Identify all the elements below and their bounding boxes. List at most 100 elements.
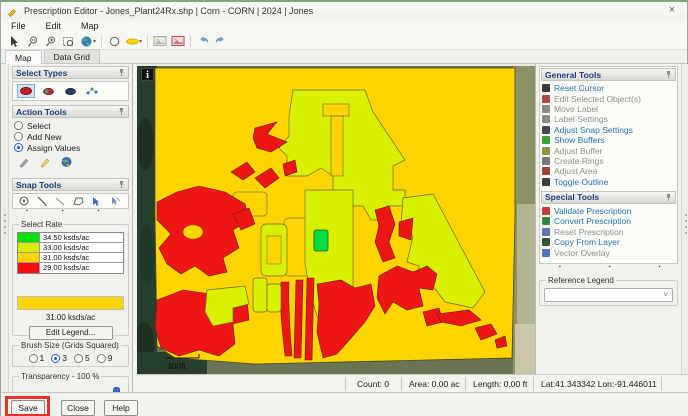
dropdown-caret-icon[interactable]: ▪	[98, 209, 100, 215]
undo-icon[interactable]	[194, 34, 212, 49]
radio-icon[interactable]	[29, 354, 38, 363]
edit-legend-button[interactable]: Edit Legend...	[29, 326, 113, 340]
radio-icon[interactable]	[14, 132, 23, 141]
general-tools-header[interactable]: General Tools	[541, 68, 676, 81]
pushpin-icon[interactable]	[118, 107, 125, 116]
action-option-assign-values[interactable]: Assign Values	[14, 142, 127, 153]
tool-item-reset-prescription: Reset Prescription	[542, 227, 675, 237]
snap-line-icon[interactable]	[54, 195, 66, 207]
tool-item-label: Adjust Snap Settings	[554, 125, 633, 135]
radio-icon[interactable]	[14, 143, 23, 152]
zoom-out-icon[interactable]	[23, 34, 41, 49]
tab-map[interactable]: Map	[5, 50, 42, 64]
tool-item-label: Show Buffers	[554, 135, 604, 145]
polygon-dark-type-icon[interactable]	[61, 84, 79, 98]
polygon-fill-type-icon[interactable]	[17, 84, 35, 98]
brush-size-option-1[interactable]: 1	[29, 353, 45, 363]
zoom-in-icon[interactable]	[41, 34, 59, 49]
snap-point-icon[interactable]	[18, 195, 30, 207]
tool-item-validate-prescription[interactable]: Validate Prescription	[542, 206, 675, 216]
status-length: Length: 0.00 ft	[473, 379, 527, 389]
tool-item-copy-from-layer[interactable]: Copy From Layer	[542, 237, 675, 247]
snapshot-icon[interactable]	[151, 34, 169, 49]
radio-icon[interactable]	[14, 121, 23, 130]
close-icon[interactable]: ×	[665, 3, 679, 17]
selected-rate-swatch	[17, 296, 124, 310]
rate-color-swatch	[18, 243, 40, 252]
brush-size-option-5[interactable]: 5	[74, 353, 90, 363]
rate-legend-row[interactable]: 33.00 ksds/ac	[18, 243, 123, 253]
snap-polygon-icon[interactable]	[72, 195, 85, 207]
snap-tools-header[interactable]: Snap Tools	[12, 178, 129, 191]
menu-file[interactable]: File	[1, 21, 36, 31]
pushpin-icon[interactable]	[118, 180, 125, 189]
reference-legend-select[interactable]	[544, 288, 673, 302]
rate-label: 29.00 ksds/ac	[40, 263, 92, 273]
snap-edge-arrow-icon[interactable]	[109, 195, 121, 207]
paint-brush-icon[interactable]	[18, 156, 31, 168]
pushpin-icon[interactable]	[665, 70, 672, 79]
oval-dropdown-caret-icon[interactable]: ▾	[139, 38, 142, 45]
pointer-cursor-icon[interactable]	[5, 34, 23, 49]
right-collapse-strip[interactable]	[681, 64, 688, 374]
snap-line-pen-icon[interactable]	[36, 195, 48, 207]
action-option-add-new[interactable]: Add New	[14, 131, 127, 142]
vertex-points-type-icon[interactable]	[83, 84, 101, 98]
reference-legend-group: Reference Legend	[539, 276, 678, 306]
menu-map[interactable]: Map	[71, 21, 109, 31]
select-types-header[interactable]: Select Types	[12, 66, 129, 79]
redo-icon[interactable]	[212, 34, 230, 49]
tool-item-adjust-snap-settings[interactable]: Adjust Snap Settings	[542, 125, 675, 135]
assign-globe-icon[interactable]	[60, 156, 73, 168]
pushpin-icon[interactable]	[118, 68, 125, 77]
snap-vertex-arrow-icon[interactable]	[91, 195, 103, 207]
map-viewport[interactable]: 300ft i	[137, 64, 535, 374]
ellipse-tool-icon[interactable]	[105, 34, 123, 49]
radio-label: 1	[40, 353, 45, 363]
dropdown-caret-icon[interactable]: ▪	[62, 209, 64, 215]
grip-dots-icon	[4, 214, 6, 236]
action-option-select[interactable]: Select	[14, 120, 127, 131]
tool-item-label: Copy From Layer	[554, 237, 620, 247]
rate-legend-row[interactable]: 34.50 ksds/ac	[18, 233, 123, 243]
tab-strip: Map Data Grid	[1, 50, 687, 64]
left-collapse-strip[interactable]	[1, 64, 9, 392]
tool-item-label: Convert Prescription	[554, 216, 631, 226]
snap-dropdown-arrows: ▪ ▪ ▪	[12, 209, 129, 215]
brush-size-option-9[interactable]: 9	[97, 353, 113, 363]
tool-item-show-buffers[interactable]: Show Buffers	[542, 135, 675, 145]
menu-edit[interactable]: Edit	[36, 21, 72, 31]
general-tools-list: Reset CursorEdit Selected Object(s)Move …	[540, 82, 677, 190]
dropdown-caret-icon[interactable]: ▪	[26, 209, 28, 215]
radio-icon[interactable]	[97, 354, 106, 363]
toolbar-separator	[147, 35, 148, 47]
tool-item-label: Label Settings	[554, 114, 608, 124]
radio-icon[interactable]	[51, 354, 60, 363]
fill-brush-icon[interactable]	[39, 156, 52, 168]
special-tools-header[interactable]: Special Tools	[541, 191, 676, 204]
tab-data-grid[interactable]: Data Grid	[44, 49, 100, 63]
rate-color-swatch	[18, 263, 40, 273]
export-image-icon[interactable]	[169, 34, 187, 49]
brush-size-option-3[interactable]: 3	[51, 353, 67, 363]
tool-item-reset-cursor[interactable]: Reset Cursor	[542, 83, 675, 93]
tool-item-toggle-outline[interactable]: Toggle Outline	[542, 177, 675, 187]
rate-legend-table: 34.50 ksds/ac33.00 ksds/ac31.00 ksds/ac2…	[17, 232, 124, 274]
tool-item-convert-prescription[interactable]: Convert Prescription	[542, 216, 675, 226]
globe-dropdown-caret-icon[interactable]: ▾	[93, 38, 96, 45]
zoom-extent-icon[interactable]	[59, 34, 77, 49]
radio-icon[interactable]	[74, 354, 83, 363]
action-tools-header[interactable]: Action Tools	[12, 105, 129, 118]
brush-size-group: Brush Size (Grids Squared) 1359	[12, 341, 129, 367]
rate-legend-row[interactable]: 31.00 ksds/ac	[18, 253, 123, 263]
close-button[interactable]: Close	[61, 400, 95, 416]
rate-legend-row[interactable]: 29.00 ksds/ac	[18, 263, 123, 273]
panel-resize-marks: ▪▪▪	[539, 264, 678, 271]
help-button[interactable]: Help	[104, 400, 138, 416]
special-tools-title: Special Tools	[545, 192, 599, 202]
map-info-button[interactable]: i	[141, 68, 154, 81]
polygon-partial-type-icon[interactable]	[39, 84, 57, 98]
prescription-map[interactable]: 300ft	[137, 64, 535, 374]
pushpin-icon[interactable]	[665, 193, 672, 202]
reset-prescription-icon	[542, 228, 550, 236]
